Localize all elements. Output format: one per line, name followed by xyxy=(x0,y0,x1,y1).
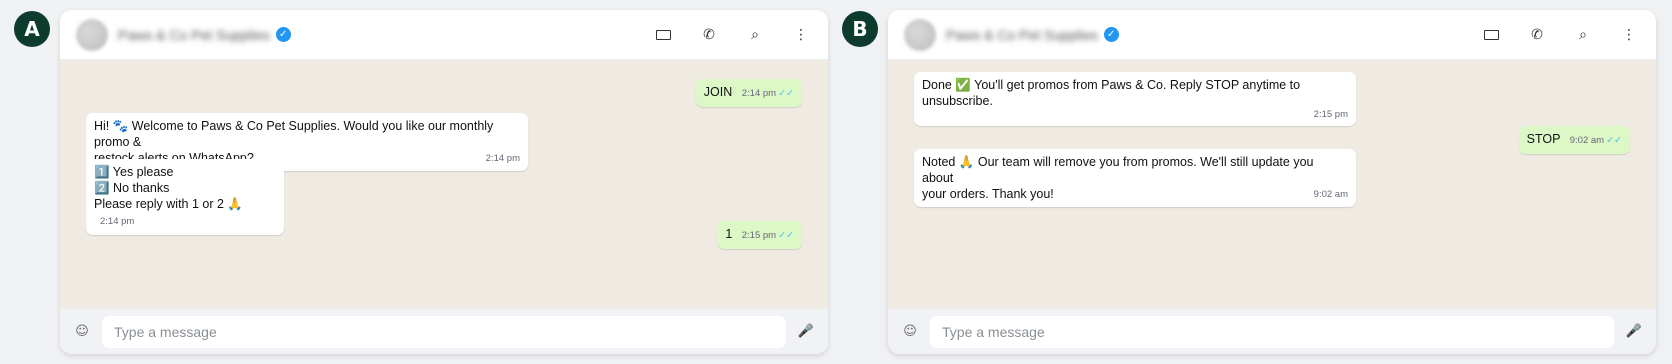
contact-name[interactable]: Paws & Co Pet Supplies xyxy=(946,27,1098,43)
avatar[interactable] xyxy=(76,18,108,51)
message-time: 2:14 pm xyxy=(741,88,777,99)
message-incoming: 1️⃣ Yes please 2️⃣ No thanks Please repl… xyxy=(86,159,284,235)
message-outgoing: 1 2:15 pm ✓✓ xyxy=(717,221,802,249)
composer-bar: ☺ 🎤 xyxy=(888,309,1656,354)
message-time: 2:14 pm xyxy=(100,216,135,227)
message-input[interactable] xyxy=(102,315,786,348)
menu-icon[interactable]: ⋮ xyxy=(790,24,812,46)
message-time: 2:14 pm xyxy=(485,153,520,164)
mic-icon[interactable]: 🎤 xyxy=(796,322,816,342)
video-call-icon[interactable] xyxy=(1480,24,1502,46)
menu-icon[interactable]: ⋮ xyxy=(1618,24,1640,46)
message-input[interactable] xyxy=(930,315,1614,348)
chat-area: Done ✅ You'll get promos from Paws & Co.… xyxy=(888,60,1656,309)
message-text: STOP xyxy=(1526,132,1561,146)
read-ticks-icon: ✓✓ xyxy=(778,230,794,241)
phone-icon[interactable]: ✆ xyxy=(698,24,720,46)
message-text: 1 xyxy=(725,227,733,241)
message-outgoing: JOIN 2:14 pm ✓✓ xyxy=(695,79,802,107)
message-time: 2:15 pm xyxy=(1313,109,1348,120)
message-text-line: 1️⃣ Yes please xyxy=(94,165,174,179)
contact-name[interactable]: Paws & Co Pet Supplies xyxy=(118,27,270,43)
message-text-line: 2️⃣ No thanks xyxy=(94,181,170,195)
message-incoming: Done ✅ You'll get promos from Paws & Co.… xyxy=(914,72,1356,126)
message-text: JOIN xyxy=(703,85,733,99)
panel-label-b: B xyxy=(842,11,878,47)
message-text-line: your orders. Thank you! xyxy=(922,187,1054,201)
chat-header: Paws & Co Pet Supplies ✓ ✆ ⌕ ⋮ xyxy=(888,10,1656,60)
chat-panel-a: Paws & Co Pet Supplies ✓ ✆ ⌕ ⋮ JOIN 2:14… xyxy=(60,10,828,354)
phone-icon[interactable]: ✆ xyxy=(1526,24,1548,46)
read-ticks-icon: ✓✓ xyxy=(1606,135,1622,146)
chat-header: Paws & Co Pet Supplies ✓ ✆ ⌕ ⋮ xyxy=(60,10,828,60)
emoji-icon[interactable]: ☺ xyxy=(900,322,920,342)
message-text-line: Noted 🙏 Our team will remove you from pr… xyxy=(922,155,1314,185)
chat-area: JOIN 2:14 pm ✓✓ Hi! 🐾 Welcome to Paws & C… xyxy=(60,60,828,309)
avatar[interactable] xyxy=(904,18,936,51)
message-outgoing: STOP 9:02 am ✓✓ xyxy=(1518,126,1630,154)
search-icon[interactable]: ⌕ xyxy=(744,24,766,46)
chat-panel-b: Paws & Co Pet Supplies ✓ ✆ ⌕ ⋮ Done ✅ Yo… xyxy=(888,10,1656,354)
mic-icon[interactable]: 🎤 xyxy=(1624,322,1644,342)
read-ticks-icon: ✓✓ xyxy=(778,88,794,99)
composer-bar: ☺ 🎤 xyxy=(60,309,828,354)
verified-icon: ✓ xyxy=(1103,27,1119,42)
verified-icon: ✓ xyxy=(275,27,291,42)
video-call-icon[interactable] xyxy=(652,24,674,46)
message-text-line: Please reply with 1 or 2 🙏 xyxy=(94,197,243,211)
message-time: 9:02 am xyxy=(1313,189,1348,200)
message-time: 9:02 am xyxy=(1569,135,1605,146)
emoji-icon[interactable]: ☺ xyxy=(72,322,92,342)
message-incoming: Noted 🙏 Our team will remove you from pr… xyxy=(914,149,1356,207)
search-icon[interactable]: ⌕ xyxy=(1572,24,1594,46)
message-time: 2:15 pm xyxy=(741,230,777,241)
message-text-line: Hi! 🐾 Welcome to Paws & Co Pet Supplies.… xyxy=(94,119,494,149)
message-text-line: Done ✅ You'll get promos from Paws & Co.… xyxy=(922,78,1301,108)
panel-label-a: A xyxy=(14,11,50,47)
